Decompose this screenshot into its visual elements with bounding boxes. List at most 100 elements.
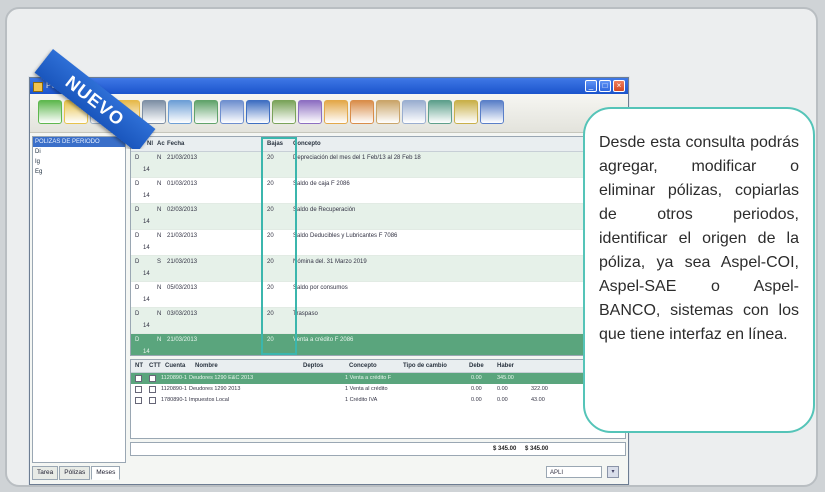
col-ctt[interactable]: CTT xyxy=(149,360,161,372)
tab-tarea[interactable]: Tarea xyxy=(32,466,59,480)
print-icon[interactable] xyxy=(246,100,270,124)
cell-debe: 0.00 xyxy=(471,386,482,392)
movimiento-row[interactable]: 1780890-1 Impuestos Local 1 Crédito IVA 0.0… xyxy=(131,395,625,406)
cell-concepto: Saldo de Recuperación xyxy=(293,207,356,213)
cell-num: 14 xyxy=(143,271,150,277)
totals-row: $ 345.00 $ 345.00 xyxy=(130,442,626,456)
poliza-row[interactable]: D 14 N 02/03/2013 20 Saldo de Recuperación xyxy=(131,204,625,230)
toolbar xyxy=(30,94,628,133)
col-nt[interactable]: NT xyxy=(135,360,143,372)
cell-bajas: 20 xyxy=(267,259,274,265)
cell-ac: N xyxy=(157,337,162,343)
cell-cuenta: 1120890-1 xyxy=(161,375,187,381)
cell-fecha: 21/03/2013 xyxy=(167,259,198,265)
cell-ac: S xyxy=(157,259,162,265)
cell-bajas: 20 xyxy=(267,207,274,213)
cell-fecha: 02/03/2013 xyxy=(167,207,198,213)
cell-concepto: Venta a crédito F 2086 xyxy=(293,337,354,343)
col-num[interactable]: Nl xyxy=(147,137,153,151)
col-cuenta[interactable]: Cuenta xyxy=(165,360,185,372)
refresh-icon[interactable] xyxy=(428,100,452,124)
col-fecha[interactable]: Fecha xyxy=(167,137,184,151)
movimientos-table-header: NT CTT Cuenta Nombre Deptos Concepto Tip… xyxy=(131,360,625,373)
edit-icon[interactable] xyxy=(64,100,88,124)
status-field[interactable]: APLI xyxy=(546,466,602,478)
cell-concepto: Saldo de caja F 2086 xyxy=(293,181,350,187)
poliza-row[interactable]: D 14 N 01/03/2013 20 Saldo de caja F 2086 xyxy=(131,178,625,204)
col-haber[interactable]: Haber xyxy=(497,360,514,372)
cell-haber: 345.00 xyxy=(497,375,514,381)
movimiento-row[interactable]: 1120890-1 Deudores 1290 E&C 2013 1 Venta a… xyxy=(131,373,625,384)
add-poliza-icon[interactable] xyxy=(38,100,62,124)
tree-item[interactable]: Ig xyxy=(33,157,125,167)
row-checkbox[interactable] xyxy=(135,375,142,382)
cell-ac: N xyxy=(157,155,162,161)
documents-icon[interactable] xyxy=(298,100,322,124)
cell-concepto: Saldo Deducibles y Lubricantes F 7086 xyxy=(293,233,398,239)
title-bar[interactable]: Pólizas - Ma... _ □ × xyxy=(30,78,628,94)
col-concepto[interactable]: Concepto xyxy=(293,137,321,151)
poliza-row[interactable]: D 14 N 21/03/2013 20 Depreciación del mes del… xyxy=(131,152,625,178)
cell-cuenta: 1780890-1 xyxy=(161,397,188,403)
row-checkbox[interactable] xyxy=(135,386,142,393)
document-3-icon[interactable] xyxy=(350,100,374,124)
tree-item[interactable]: POLIZAS DE PERIODO xyxy=(33,137,125,147)
cell-fecha: 21/03/2013 xyxy=(167,337,198,343)
tab-pólizas[interactable]: Pólizas xyxy=(59,466,91,480)
poliza-row[interactable]: D 14 N 03/03/2013 20 Traspaso xyxy=(131,308,625,334)
col-debe[interactable]: Debe xyxy=(469,360,484,372)
document-5-icon[interactable] xyxy=(402,100,426,124)
cell-num: 14 xyxy=(143,245,150,251)
cell-ac: N xyxy=(157,285,162,291)
preview-icon[interactable] xyxy=(220,100,244,124)
cell-haber: 0.00 xyxy=(497,386,508,392)
minimize-button[interactable]: _ xyxy=(585,80,597,92)
row-checkbox-ctt[interactable] xyxy=(149,375,156,382)
tab-meses[interactable]: Meses xyxy=(91,466,121,480)
close-button[interactable]: × xyxy=(613,80,625,92)
polizas-table-header: Ty Nl Ac Fecha Bajas Concepto xyxy=(131,137,625,152)
col-ac[interactable]: Ac xyxy=(157,137,165,151)
period-tree: POLIZAS DE PERIODO Di Ig Eg xyxy=(32,136,126,463)
delete-icon[interactable] xyxy=(90,100,114,124)
col-concepto-mov[interactable]: Concepto xyxy=(349,360,377,372)
cell-fecha: 01/03/2013 xyxy=(167,181,198,187)
document-4-icon[interactable] xyxy=(376,100,400,124)
total-haber: $ 345.00 xyxy=(525,446,549,452)
exit-icon[interactable] xyxy=(480,100,504,124)
cell-haber: 0.00 xyxy=(497,397,508,403)
col-tipo-cambio[interactable]: Tipo de cambio xyxy=(403,360,447,372)
polizas-window: Pólizas - Ma... _ □ × POLIZAS DE PERIODO… xyxy=(29,77,629,485)
col-nombre[interactable]: Nombre xyxy=(195,360,218,372)
row-checkbox[interactable] xyxy=(135,397,142,404)
bottom-tabs: Tarea Pólizas Meses xyxy=(32,466,121,480)
poliza-row[interactable]: D 14 N 05/03/2013 20 Saldo por consumos xyxy=(131,282,625,308)
cell-concepto: Saldo por consumos xyxy=(293,285,348,291)
movimientos-table: NT CTT Cuenta Nombre Deptos Concepto Tip… xyxy=(130,359,626,439)
col-deptos[interactable]: Deptos xyxy=(303,360,323,372)
paste-icon[interactable] xyxy=(168,100,192,124)
filter-icon[interactable] xyxy=(194,100,218,124)
maximize-button[interactable]: □ xyxy=(599,80,611,92)
question-icon[interactable] xyxy=(142,100,166,124)
col-bajas[interactable]: Bajas xyxy=(267,137,283,151)
cell-ac: N xyxy=(157,311,162,317)
movimiento-row[interactable]: 1120890-1 Deudores 1290 2013 1 Venta al cr… xyxy=(131,384,625,395)
row-checkbox-ctt[interactable] xyxy=(149,397,156,404)
document-2-icon[interactable] xyxy=(324,100,348,124)
poliza-row[interactable]: D 14 N 21/03/2013 20 Venta a crédito F 2086 xyxy=(131,334,625,355)
tree-item[interactable]: Di xyxy=(33,147,125,157)
cell-fecha: 05/03/2013 xyxy=(167,285,198,291)
poliza-row[interactable]: D 14 S 21/03/2013 20 Nómina del. 31 Marzo 201… xyxy=(131,256,625,282)
poliza-row[interactable]: D 14 N 21/03/2013 20 Saldo Deducibles y Lubri… xyxy=(131,230,625,256)
status-dropdown-button[interactable]: ▾ xyxy=(607,466,619,478)
export-icon[interactable] xyxy=(272,100,296,124)
col-tipo[interactable]: Ty xyxy=(135,137,142,151)
cell-importe: 43.00 xyxy=(531,397,545,403)
cell-concepto-mov: 1 Venta a crédito F xyxy=(345,375,392,381)
tools-icon[interactable] xyxy=(454,100,478,124)
tree-item[interactable]: Eg xyxy=(33,167,125,177)
row-checkbox-ctt[interactable] xyxy=(149,386,156,393)
copy-icon[interactable] xyxy=(116,100,140,124)
cell-concepto-mov: 1 Crédito IVA xyxy=(345,397,378,403)
